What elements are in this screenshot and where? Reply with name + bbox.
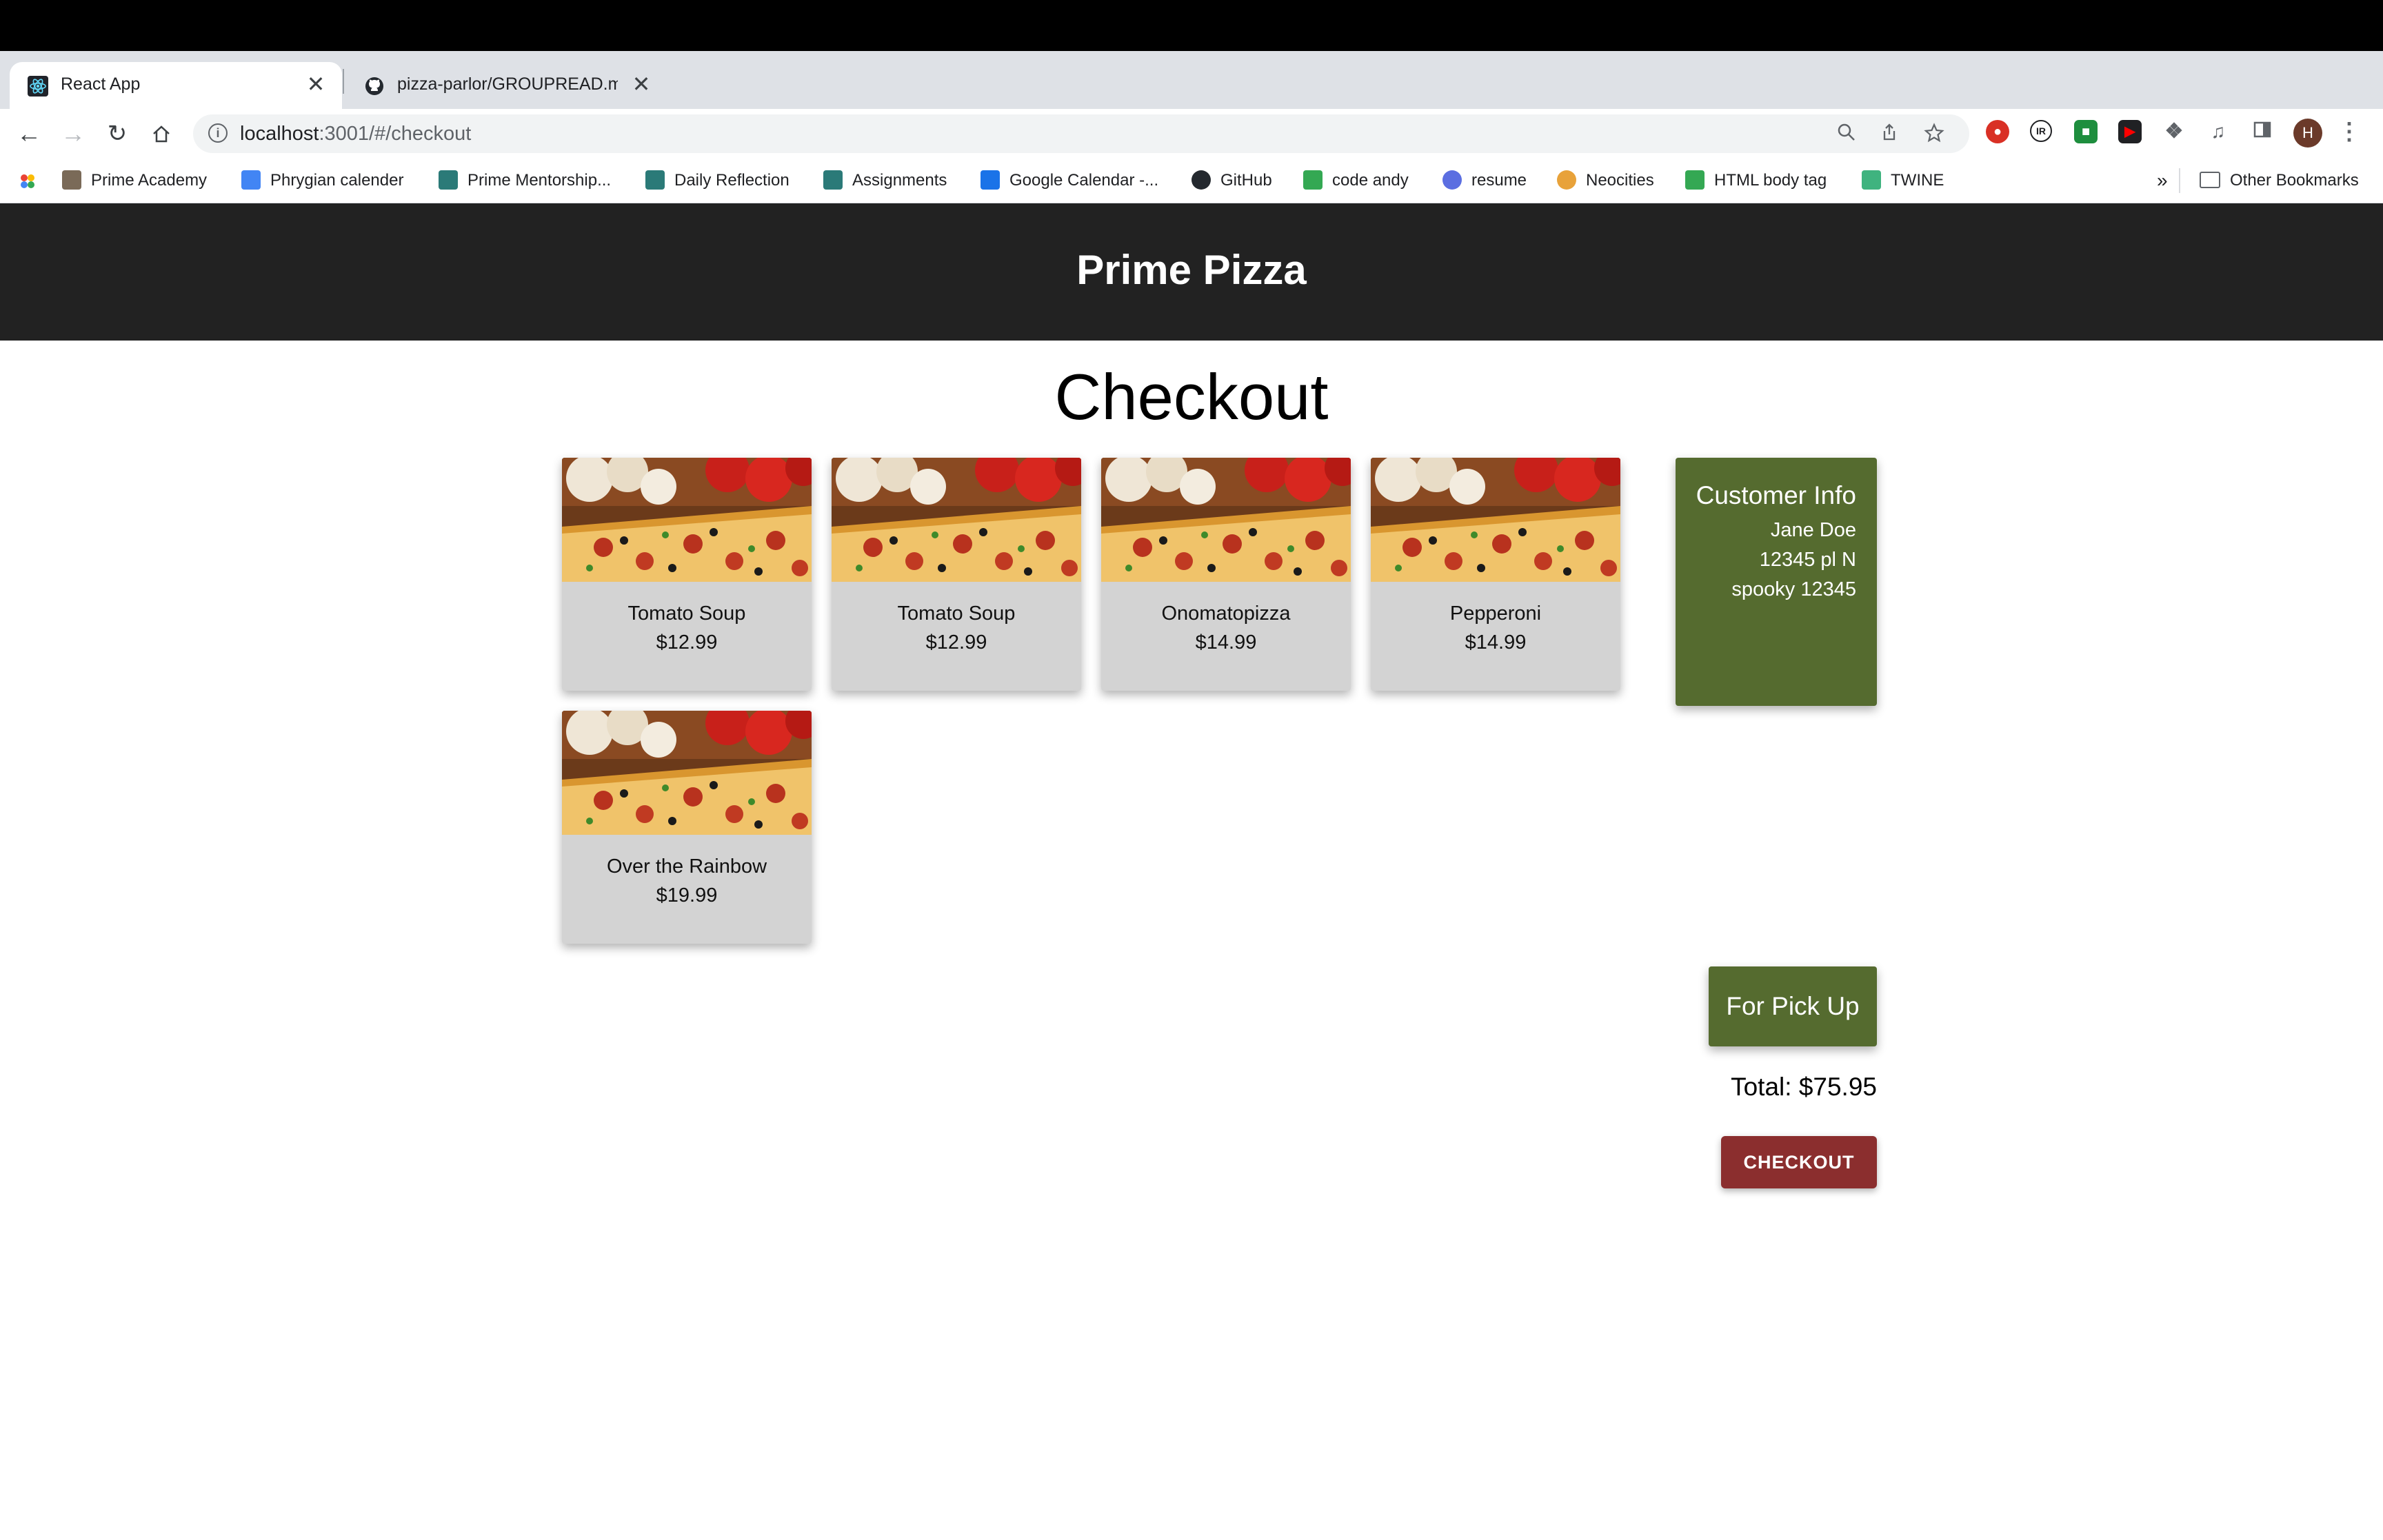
twine-icon bbox=[1862, 170, 1881, 190]
bookmark-github[interactable]: GitHub bbox=[1192, 168, 1272, 193]
tab-react-app[interactable]: React App ✕ bbox=[10, 62, 342, 109]
side-panel-icon[interactable] bbox=[2251, 120, 2274, 143]
order-type-badge: For Pick Up bbox=[1709, 966, 1877, 1046]
address-bar[interactable]: i localhost:3001/#/checkout bbox=[193, 114, 1969, 153]
pizza-price: $14.99 bbox=[1195, 631, 1257, 654]
pizza-image bbox=[1371, 458, 1620, 582]
bookmark-prime-academy[interactable]: Prime Academy bbox=[62, 168, 207, 193]
pizza-price: $12.99 bbox=[925, 631, 987, 654]
folder-icon bbox=[2200, 171, 2220, 188]
tab-strip: React App ✕ pizza-parlor/GROUPREAD.md ✕ … bbox=[0, 51, 2383, 145]
apps-icon[interactable] bbox=[18, 168, 37, 193]
pizza-image bbox=[832, 458, 1081, 582]
tab-divider bbox=[343, 69, 344, 94]
bookmarks-bar: Prime Academy Phrygian calender Prime Me… bbox=[0, 159, 2383, 203]
github-icon bbox=[1192, 170, 1211, 190]
bookmark-resume[interactable]: resume bbox=[1442, 168, 1527, 193]
media-controls-icon[interactable]: ♫ bbox=[2206, 120, 2230, 143]
customer-city-zip: spooky 12345 bbox=[1731, 578, 1856, 600]
cart-item-card: Tomato Soup $12.99 bbox=[832, 458, 1081, 691]
pizza-price: $14.99 bbox=[1465, 631, 1527, 654]
replit-icon bbox=[645, 170, 665, 190]
pizza-image bbox=[562, 458, 812, 582]
react-icon bbox=[28, 76, 48, 97]
w-icon bbox=[1685, 170, 1705, 190]
browser-toolbar: ← → ↻ i localhost:3001/#/checkout ● IR ■… bbox=[0, 109, 2383, 159]
neocities-cat-icon bbox=[1557, 170, 1576, 190]
video-extension-icon[interactable]: ▶ bbox=[2118, 120, 2142, 143]
bookmark-phrygian-calender[interactable]: Phrygian calender bbox=[241, 168, 403, 193]
bookmark-neocities[interactable]: Neocities bbox=[1557, 168, 1654, 193]
back-arrow-icon[interactable]: ← bbox=[11, 116, 47, 152]
green-extension-icon[interactable]: ■ bbox=[2074, 120, 2098, 143]
reload-icon[interactable]: ↻ bbox=[99, 116, 135, 152]
resume-icon bbox=[1442, 170, 1462, 190]
order-total: Total: $75.95 bbox=[1731, 1073, 1877, 1101]
pizza-name: Pepperoni bbox=[1449, 602, 1542, 625]
close-tab-icon[interactable]: ✕ bbox=[627, 71, 655, 97]
address-url[interactable]: localhost:3001/#/checkout bbox=[240, 123, 471, 145]
pizza-name: Tomato Soup bbox=[627, 602, 746, 625]
share-icon[interactable] bbox=[1880, 123, 1899, 147]
replit-icon bbox=[439, 170, 458, 190]
close-tab-icon[interactable]: ✕ bbox=[302, 71, 330, 97]
google-calendar-icon bbox=[981, 170, 1000, 190]
bookmark-assignments[interactable]: Assignments bbox=[823, 168, 947, 193]
bookmarks-divider bbox=[2179, 168, 2180, 193]
app-title: Prime Pizza bbox=[1076, 247, 1307, 293]
ir-extension-icon[interactable]: IR bbox=[2030, 120, 2052, 142]
bookmark-other-bookmarks[interactable]: Other Bookmarks bbox=[2200, 168, 2359, 193]
bookmark-daily-reflection[interactable]: Daily Reflection bbox=[645, 168, 790, 193]
checkout-button[interactable]: CHECKOUT bbox=[1721, 1136, 1877, 1188]
pizza-name: Onomatopizza bbox=[1161, 602, 1291, 625]
cart-item-card: Over the Rainbow $19.99 bbox=[562, 711, 812, 944]
bookmark-html-body-tag[interactable]: HTML body tag bbox=[1685, 168, 1827, 193]
bookmark-google-calendar[interactable]: Google Calendar -... bbox=[981, 168, 1158, 193]
bookmark-star-icon[interactable] bbox=[1924, 123, 1944, 148]
customer-info-title: Customer Info bbox=[1696, 481, 1856, 509]
extensions-puzzle-icon[interactable]: ❖ bbox=[2162, 120, 2186, 143]
prime-academy-icon bbox=[62, 170, 81, 190]
bookmarks-overflow-chevron-icon[interactable]: » bbox=[2157, 168, 2168, 193]
bookmark-twine[interactable]: TWINE bbox=[1862, 168, 1944, 193]
pizza-name: Tomato Soup bbox=[897, 602, 1016, 625]
cart-item-card: Tomato Soup $12.99 bbox=[562, 458, 812, 691]
calendar-icon bbox=[241, 170, 261, 190]
tab-title: React App bbox=[61, 74, 141, 94]
tab-title: pizza-parlor/GROUPREAD.md bbox=[397, 74, 618, 94]
ublock-extension-icon[interactable]: ● bbox=[1986, 120, 2009, 143]
bookmark-prime-mentorship[interactable]: Prime Mentorship... bbox=[439, 168, 611, 193]
pizza-price: $19.99 bbox=[656, 884, 718, 906]
cart-item-card: Pepperoni $14.99 bbox=[1371, 458, 1620, 691]
app-header: Prime Pizza bbox=[0, 203, 2383, 341]
forward-arrow-icon[interactable]: → bbox=[55, 116, 91, 152]
pizza-image bbox=[1101, 458, 1351, 582]
cart-item-card: Onomatopizza $14.99 bbox=[1101, 458, 1351, 691]
w-icon bbox=[1303, 170, 1323, 190]
tab-github-groupread[interactable]: pizza-parlor/GROUPREAD.md ✕ bbox=[346, 62, 667, 109]
pizza-name: Over the Rainbow bbox=[606, 855, 767, 878]
site-info-icon[interactable]: i bbox=[208, 123, 228, 143]
zoom-icon[interactable] bbox=[1837, 123, 1856, 147]
profile-avatar[interactable]: H bbox=[2293, 119, 2322, 148]
pizza-image bbox=[562, 711, 812, 835]
customer-street: 12345 pl N bbox=[1759, 549, 1856, 571]
replit-icon bbox=[823, 170, 843, 190]
customer-name: Jane Doe bbox=[1770, 519, 1856, 541]
github-icon bbox=[365, 77, 383, 95]
page-title: Checkout bbox=[1054, 361, 1329, 433]
home-icon[interactable] bbox=[143, 116, 179, 152]
customer-info-card: Customer Info Jane Doe 12345 pl N spooky… bbox=[1676, 458, 1877, 706]
os-menu-bar bbox=[0, 0, 2383, 51]
pizza-price: $12.99 bbox=[656, 631, 718, 654]
kebab-menu-icon[interactable]: ⋮ bbox=[2337, 120, 2361, 143]
bookmark-code-andy[interactable]: code andy bbox=[1303, 168, 1409, 193]
